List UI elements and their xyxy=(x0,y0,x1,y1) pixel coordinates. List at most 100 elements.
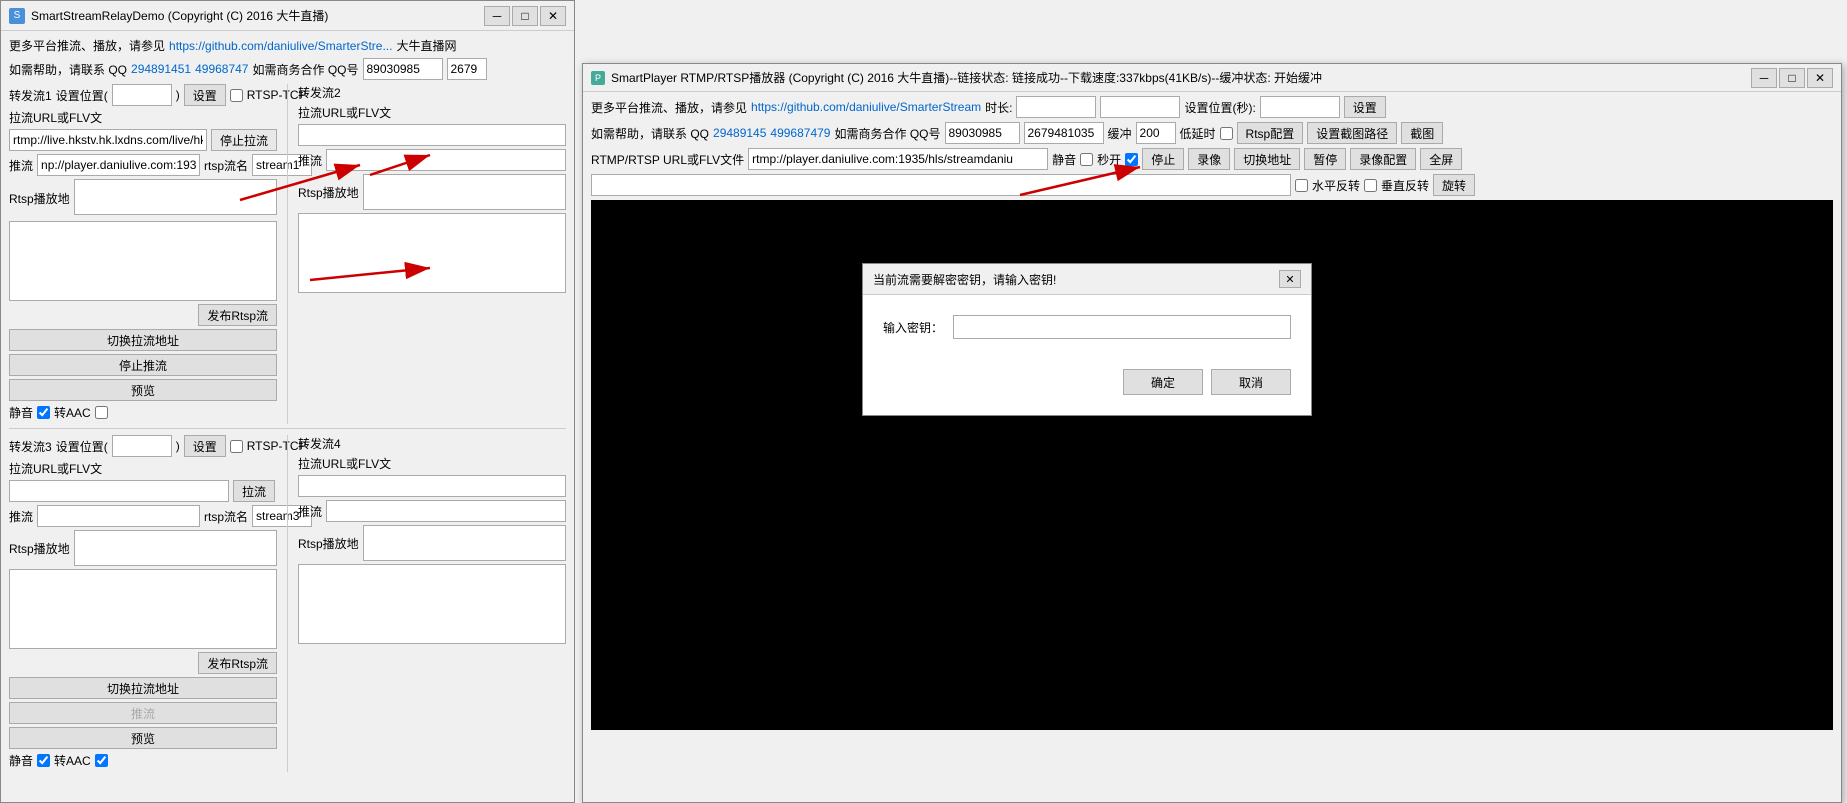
v-divider-1 xyxy=(287,84,288,424)
h-divider xyxy=(9,428,566,429)
player-github-link[interactable]: https://github.com/daniulive/SmarterStre… xyxy=(751,100,981,114)
stream1-pull-label: 拉流URL或FLV文 xyxy=(9,109,102,126)
stream3-switch-btn[interactable]: 切换拉流地址 xyxy=(9,677,277,699)
main-content: 更多平台推流、播放，请参见 https://github.com/daniuli… xyxy=(1,31,574,778)
stream1-rtsp-addr[interactable] xyxy=(74,179,277,215)
dialog-cancel-btn[interactable]: 取消 xyxy=(1211,369,1291,395)
player-close-btn[interactable]: ✕ xyxy=(1807,68,1833,88)
player-second-check[interactable] xyxy=(1125,153,1138,166)
stream3-aac-check[interactable] xyxy=(95,754,108,767)
player-qq1-link[interactable]: 29489145 xyxy=(713,126,766,140)
player-rtsp-config-btn[interactable]: Rtsp配置 xyxy=(1237,122,1304,144)
stream3-header-row: 转发流3 设置位置( ) 设置 RTSP-TCP xyxy=(9,435,277,457)
player-record-config-btn[interactable]: 录像配置 xyxy=(1350,148,1416,170)
stream3-pull-btn[interactable]: 拉流 xyxy=(233,480,275,502)
close-button[interactable]: ✕ xyxy=(540,6,566,26)
player-minimize-btn[interactable]: ─ xyxy=(1751,68,1777,88)
stream3-rtsp-tcp-check[interactable] xyxy=(230,440,243,453)
player-fullscreen-btn[interactable]: 全屏 xyxy=(1420,148,1462,170)
player-buffer-label: 缓冲 xyxy=(1108,125,1132,142)
daniu-label: 大牛直播网 xyxy=(396,37,456,54)
dialog-ok-btn[interactable]: 确定 xyxy=(1123,369,1203,395)
dialog-close-btn[interactable]: ✕ xyxy=(1279,270,1301,288)
dialog-key-input[interactable] xyxy=(953,315,1291,339)
player-v-flip-check[interactable] xyxy=(1364,179,1377,192)
stream1-set-btn[interactable]: 设置 xyxy=(184,84,226,106)
stream1-mute-check[interactable] xyxy=(37,406,50,419)
main-window-title: SmartStreamRelayDemo (Copyright (C) 2016… xyxy=(31,7,328,24)
player-h-flip-check[interactable] xyxy=(1295,179,1308,192)
player-low-latency-check[interactable] xyxy=(1220,127,1233,140)
stream2-pull-url[interactable] xyxy=(298,124,566,146)
stream4-rtsp-addr[interactable] xyxy=(363,525,566,561)
dialog-body: 输入密钥： 确定 取消 xyxy=(863,295,1311,415)
stream3-push-url[interactable] xyxy=(37,505,200,527)
player-set-btn[interactable]: 设置 xyxy=(1344,96,1386,118)
stream3-push-label: 推流 xyxy=(9,508,33,525)
player-record-btn[interactable]: 录像 xyxy=(1188,148,1230,170)
biz-label: 如需商务合作 QQ号 xyxy=(252,61,358,78)
player-title-bar: P SmartPlayer RTMP/RTSP播放器 (Copyright (C… xyxy=(583,64,1841,92)
main-window-controls: ─ □ ✕ xyxy=(484,6,566,26)
player-qq-input[interactable] xyxy=(945,122,1020,144)
stream1-header: 转发流1 xyxy=(9,87,52,104)
minimize-button[interactable]: ─ xyxy=(484,6,510,26)
stream3-preview-btn[interactable]: 预览 xyxy=(9,727,277,749)
num2-input[interactable] xyxy=(447,58,487,80)
player-icon: P xyxy=(591,71,605,85)
github-link[interactable]: https://github.com/daniulive/SmarterStre… xyxy=(169,39,392,53)
stream2-push-label: 推流 xyxy=(298,152,322,169)
stream1-action-row: 发布Rtsp流 xyxy=(9,304,277,326)
player-mute-check[interactable] xyxy=(1080,153,1093,166)
dialog-buttons: 确定 取消 xyxy=(883,369,1291,395)
player-stop-btn[interactable]: 停止 xyxy=(1142,148,1184,170)
maximize-button[interactable]: □ xyxy=(512,6,538,26)
stream3-rtsp-addr-label: Rtsp播放地 xyxy=(9,540,70,557)
stream2-push-url[interactable] xyxy=(326,149,566,171)
stream1-mute-label: 静音 xyxy=(9,404,33,421)
stream3-log-area xyxy=(9,569,277,649)
player-duration-input2[interactable] xyxy=(1100,96,1180,118)
stream1-stop-push-btn[interactable]: 停止推流 xyxy=(9,354,277,376)
player-duration-input[interactable] xyxy=(1016,96,1096,118)
stream1-pos-label: 设置位置( xyxy=(56,87,108,104)
stream3-push-btn[interactable]: 推流 xyxy=(9,702,277,724)
qq1-link[interactable]: 294891451 xyxy=(131,62,191,76)
stream1-stop-pull-btn[interactable]: 停止拉流 xyxy=(211,129,277,151)
player-switch-btn[interactable]: 切换地址 xyxy=(1234,148,1300,170)
info-row-1: 更多平台推流、播放，请参见 https://github.com/daniuli… xyxy=(9,37,566,54)
player-help-label: 如需帮助，请联系 QQ xyxy=(591,125,709,142)
stream2-rtsp-addr[interactable] xyxy=(363,174,566,210)
stream4-push-url[interactable] xyxy=(326,500,566,522)
stream1-rtsp-addr-label: Rtsp播放地 xyxy=(9,190,70,207)
stream1-rtsp-tcp-check[interactable] xyxy=(230,89,243,102)
player-maximize-btn[interactable]: □ xyxy=(1779,68,1805,88)
stream1-pub-rtsp-btn[interactable]: 发布Rtsp流 xyxy=(198,304,277,326)
stream3-pub-rtsp-btn[interactable]: 发布Rtsp流 xyxy=(198,652,277,674)
stream1-push-url[interactable] xyxy=(37,154,200,176)
qq-input[interactable] xyxy=(363,58,443,80)
stream3-pos-input[interactable] xyxy=(112,435,172,457)
stream3-pull-url[interactable] xyxy=(9,480,229,502)
stream1-preview-btn[interactable]: 预览 xyxy=(9,379,277,401)
stream3-set-btn[interactable]: 设置 xyxy=(184,435,226,457)
stream3-mute-check[interactable] xyxy=(37,754,50,767)
stream1-aac-check[interactable] xyxy=(95,406,108,419)
qq2-link[interactable]: 49968747 xyxy=(195,62,248,76)
player-buffer-input[interactable] xyxy=(1136,122,1176,144)
player-rotate-btn[interactable]: 旋转 xyxy=(1433,174,1475,196)
player-progress-bar[interactable] xyxy=(591,174,1291,196)
stream1-pos-input[interactable] xyxy=(112,84,172,106)
player-num2-input[interactable] xyxy=(1024,122,1104,144)
player-qq2-link[interactable]: 499687479 xyxy=(770,126,830,140)
player-url-input[interactable] xyxy=(748,148,1048,170)
stream3-rtsp-addr[interactable] xyxy=(74,530,277,566)
stream4-pull-url[interactable] xyxy=(298,475,566,497)
player-pause-btn[interactable]: 暂停 xyxy=(1304,148,1346,170)
stream1-switch-btn[interactable]: 切换拉流地址 xyxy=(9,329,277,351)
player-pos-input[interactable] xyxy=(1260,96,1340,118)
stream1-pull-url[interactable] xyxy=(9,129,207,151)
stream2-header-row: 转发流2 xyxy=(298,84,566,101)
player-screenshot-path-btn[interactable]: 设置截图路径 xyxy=(1307,122,1397,144)
player-screenshot-btn[interactable]: 截图 xyxy=(1401,122,1443,144)
